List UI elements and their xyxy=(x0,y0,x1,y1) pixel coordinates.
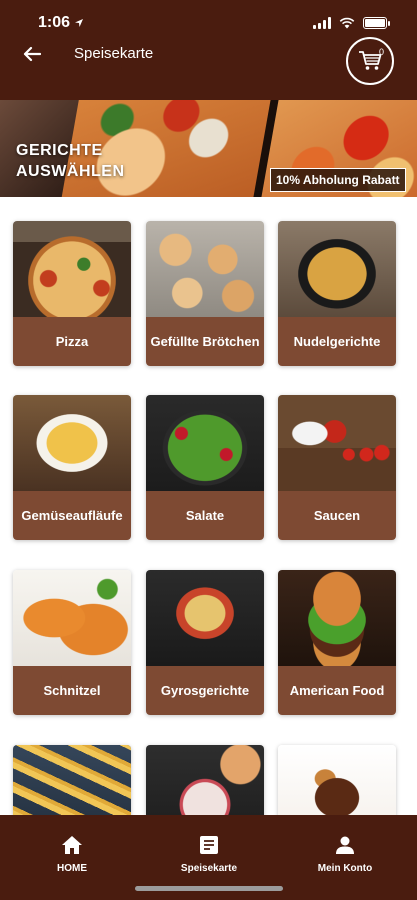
category-label: Nudelgerichte xyxy=(278,317,396,366)
category-image-pizza xyxy=(13,221,131,317)
promo-banner: GERICHTE AUSWÄHLEN 10% Abholung Rabatt xyxy=(0,100,417,197)
category-image-salate xyxy=(146,395,264,491)
nav-item-mein-konto[interactable]: Mein Konto xyxy=(290,835,400,874)
category-card-dessert[interactable] xyxy=(146,745,264,815)
category-label: Salate xyxy=(146,491,264,540)
cart-button[interactable]: 0 xyxy=(346,37,394,85)
nav-item-speisekarte[interactable]: Speisekarte xyxy=(154,835,264,874)
category-card-pizza[interactable]: Pizza xyxy=(13,221,131,366)
cellular-signal-icon xyxy=(313,17,331,29)
back-button[interactable] xyxy=(18,40,46,68)
category-label: Gyrosgerichte xyxy=(146,666,264,715)
status-bar: 1:06 xyxy=(38,12,390,34)
battery-icon xyxy=(363,17,390,29)
category-card-nudelgerichte[interactable]: Nudelgerichte xyxy=(278,221,396,366)
menu-icon xyxy=(200,836,218,854)
category-label: Saucen xyxy=(278,491,396,540)
home-indicator xyxy=(135,886,283,891)
nav-label-mein-konto: Mein Konto xyxy=(317,863,373,874)
category-label: Schnitzel xyxy=(13,666,131,715)
category-grid: Pizza Gefüllte Brötchen Nudelgerichte Ge… xyxy=(0,197,417,815)
banner-heading: GERICHTE AUSWÄHLEN xyxy=(16,142,125,180)
category-card-drinks[interactable] xyxy=(278,745,396,815)
nav-label-speisekarte: Speisekarte xyxy=(180,863,238,874)
status-icons xyxy=(313,17,390,29)
category-image-nudelgerichte xyxy=(278,221,396,317)
category-image-gyrosgerichte xyxy=(146,570,264,666)
category-image-fries xyxy=(13,745,131,815)
category-image-schnitzel xyxy=(13,570,131,666)
category-image-drinks xyxy=(278,745,396,815)
category-label: Pizza xyxy=(13,317,131,366)
category-label: American Food xyxy=(278,666,396,715)
account-icon xyxy=(336,836,354,854)
category-image-american-food xyxy=(278,570,396,666)
category-label: Gefüllte Brötchen xyxy=(146,317,264,366)
category-image-saucen xyxy=(278,395,396,491)
wifi-icon xyxy=(339,17,355,29)
app-header: 1:06 Speisekarte 0 xyxy=(0,0,417,100)
category-card-schnitzel[interactable]: Schnitzel xyxy=(13,570,131,715)
location-arrow-icon xyxy=(75,19,84,27)
page-title: Speisekarte xyxy=(74,45,154,62)
category-card-american-food[interactable]: American Food xyxy=(278,570,396,715)
category-card-gyrosgerichte[interactable]: Gyrosgerichte xyxy=(146,570,264,715)
category-card-fries[interactable] xyxy=(13,745,131,815)
discount-badge: 10% Abholung Rabatt xyxy=(270,168,406,192)
category-card-gemueseauflaeufe[interactable]: Gemüseaufläufe xyxy=(13,395,131,540)
cart-count-badge: 0 xyxy=(378,47,384,57)
category-label: Gemüseaufläufe xyxy=(13,491,131,540)
bottom-navigation: HOME Speisekarte Mein Konto xyxy=(0,815,417,900)
status-time-text: 1:06 xyxy=(38,14,71,31)
home-icon xyxy=(62,836,82,854)
arrow-left-icon xyxy=(23,46,41,62)
category-card-salate[interactable]: Salate xyxy=(146,395,264,540)
nav-label-home: HOME xyxy=(57,863,87,874)
category-image-dessert xyxy=(146,745,264,815)
category-image-gemueseauflaeufe xyxy=(13,395,131,491)
category-card-saucen[interactable]: Saucen xyxy=(278,395,396,540)
nav-item-home[interactable]: HOME xyxy=(17,835,127,874)
category-card-gefuellte-broetchen[interactable]: Gefüllte Brötchen xyxy=(146,221,264,366)
category-image-gefuellte-broetchen xyxy=(146,221,264,317)
status-time: 1:06 xyxy=(38,14,84,32)
